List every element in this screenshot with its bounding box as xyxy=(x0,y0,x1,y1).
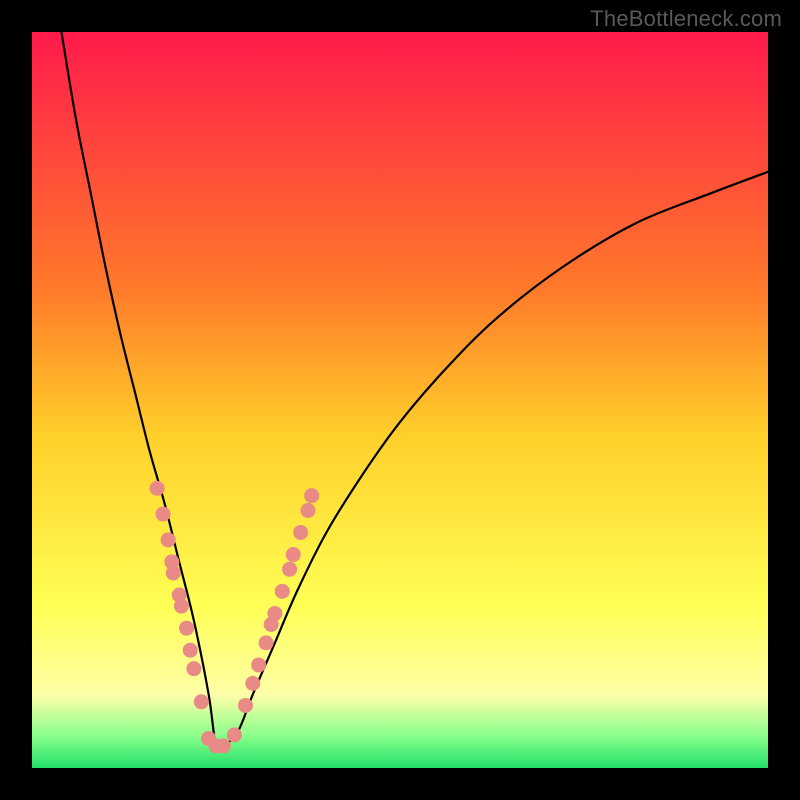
data-dot xyxy=(238,698,253,713)
data-dot xyxy=(282,562,297,577)
data-dot xyxy=(275,584,290,599)
data-dot xyxy=(293,525,308,540)
data-dot xyxy=(183,643,198,658)
data-dot xyxy=(251,657,266,672)
data-dot xyxy=(194,694,209,709)
data-dot xyxy=(304,488,319,503)
data-dot xyxy=(259,635,274,650)
data-dot xyxy=(179,621,194,636)
chart-frame: TheBottleneck.com xyxy=(0,0,800,800)
data-dot xyxy=(227,727,242,742)
data-dot xyxy=(286,547,301,562)
data-dot xyxy=(156,507,171,522)
data-dot xyxy=(216,738,231,753)
data-dot xyxy=(150,481,165,496)
data-dot xyxy=(186,661,201,676)
data-dot xyxy=(301,503,316,518)
data-dots xyxy=(150,481,320,754)
data-dot xyxy=(166,565,181,580)
data-dot xyxy=(161,532,176,547)
data-dot xyxy=(245,676,260,691)
data-dot xyxy=(267,606,282,621)
chart-overlay xyxy=(32,32,768,768)
data-dot xyxy=(174,599,189,614)
watermark-text: TheBottleneck.com xyxy=(590,6,782,32)
bottleneck-curve xyxy=(61,32,768,750)
